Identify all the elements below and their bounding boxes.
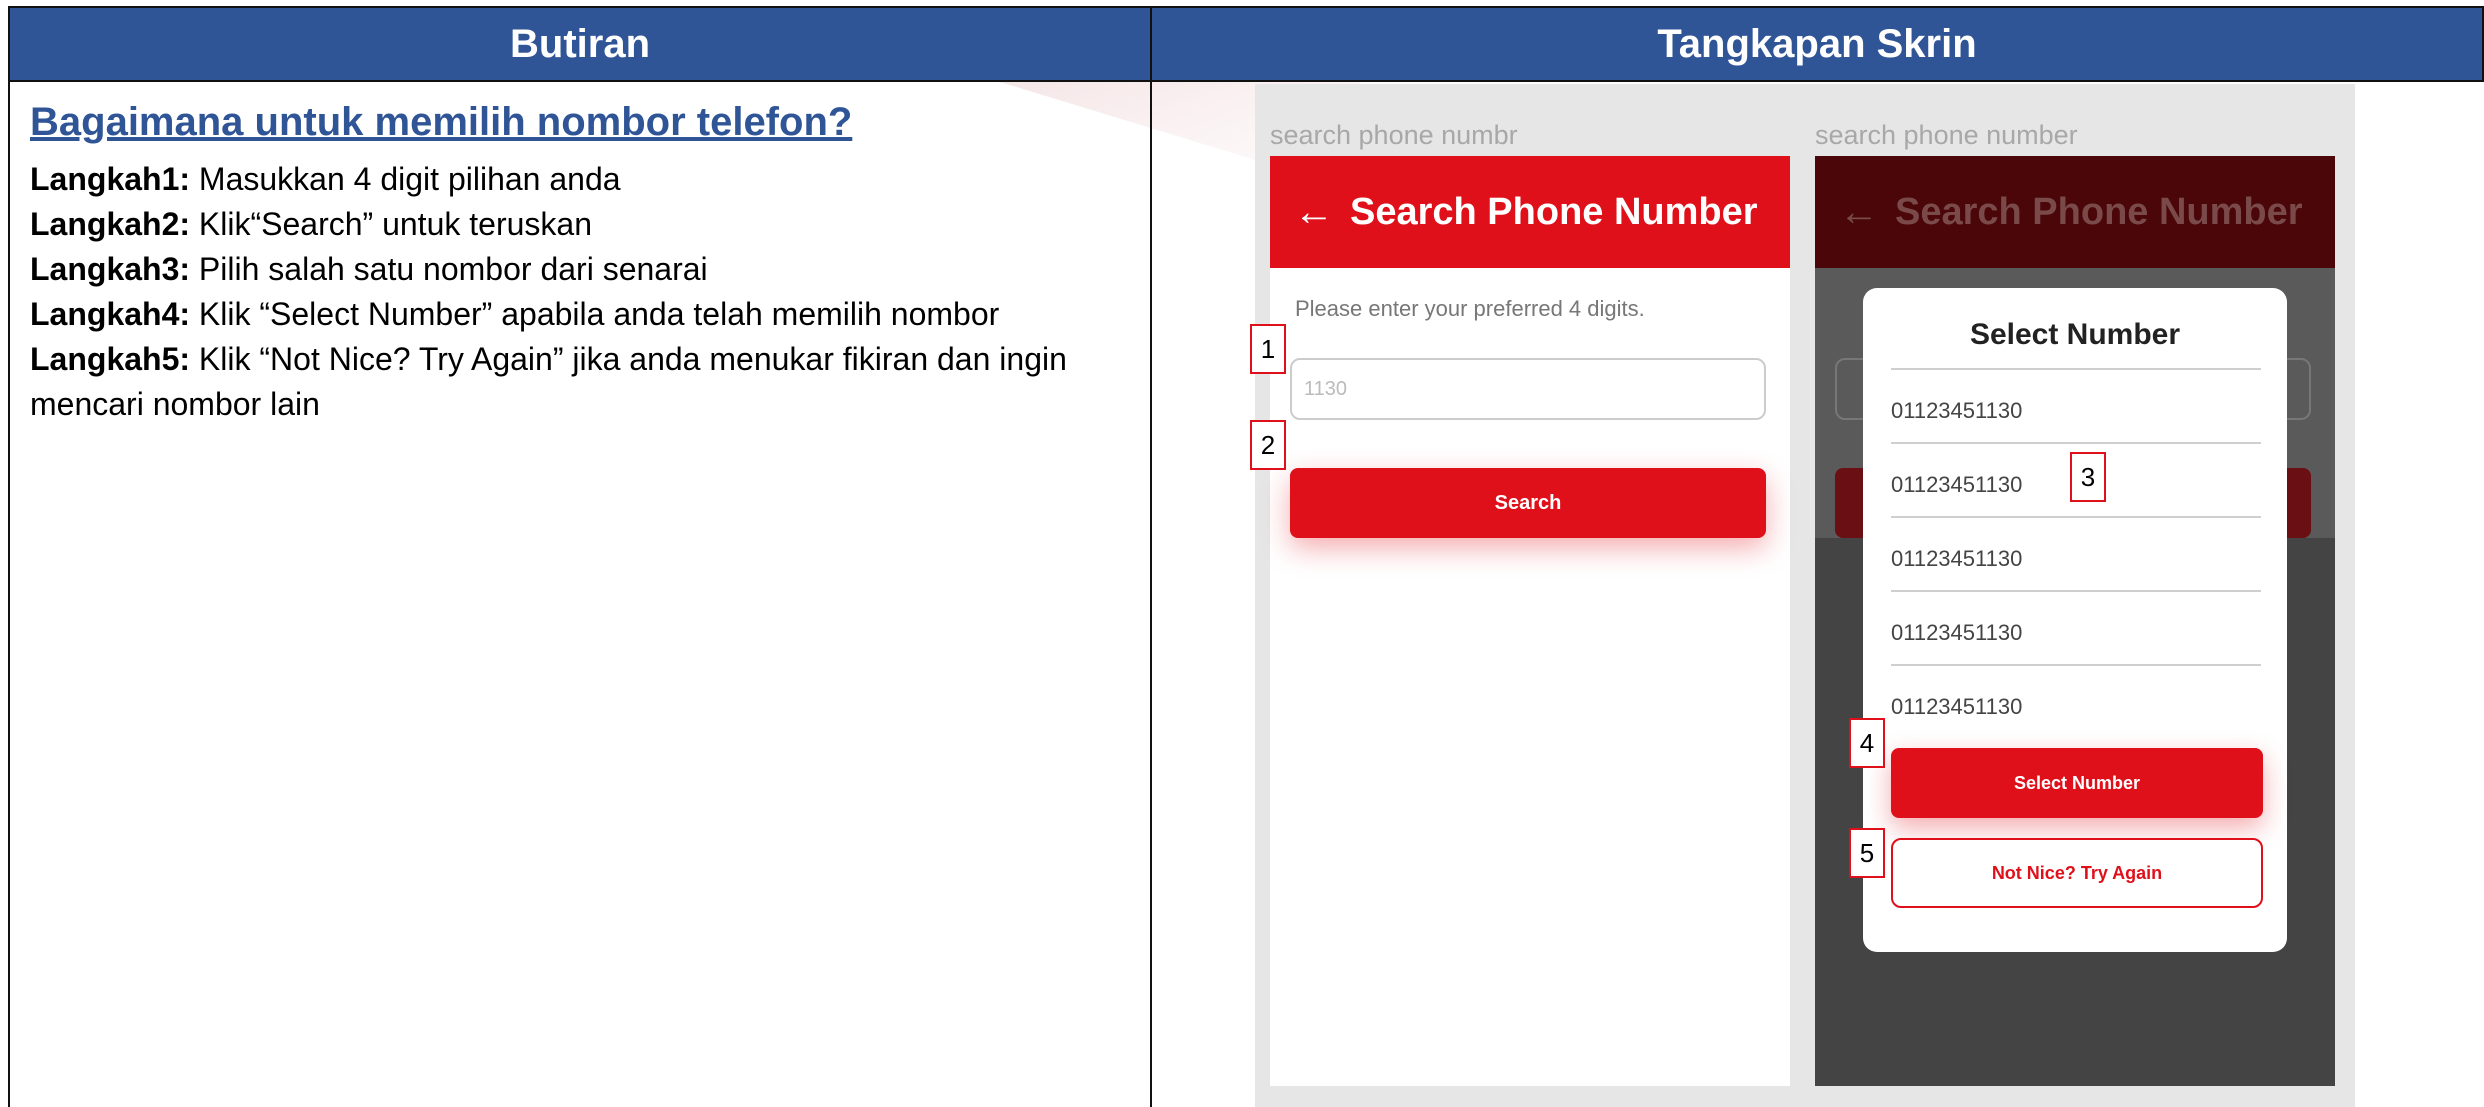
app-bar-title: Search Phone Number (1350, 190, 1758, 233)
number-option[interactable]: 01123451130 (1891, 590, 2261, 664)
app-bar-title-dimmed: Search Phone Number (1895, 190, 2303, 233)
try-again-button[interactable]: Not Nice? Try Again (1891, 838, 2263, 908)
arrow-left-icon: ← (1839, 189, 1879, 234)
header-screenshot: Tangkapan Skrin (1150, 6, 2484, 82)
select-number-modal: Select Number 01123451130 01123451130 01… (1863, 288, 2287, 952)
table-divider (1150, 82, 1152, 1107)
number-value: 01123451130 (1891, 620, 2023, 645)
steps-list: Langkah1: Masukkan 4 digit pilihan anda … (30, 157, 1140, 427)
number-value: 01123451130 (1891, 398, 2023, 423)
number-value: 01123451130 (1891, 472, 2023, 497)
number-option[interactable]: 01123451130 (1891, 516, 2261, 590)
phone-screen-search: ← Search Phone Number Please enter your … (1270, 156, 1790, 1086)
phone-screen-select: ← Search Phone Number Select Number 0112… (1815, 156, 2335, 1086)
instruction-table: Butiran Tangkapan Skrin Bagaimana untuk … (0, 0, 2484, 1107)
step-marker-2: 2 (1250, 420, 1286, 470)
screen1-caption: search phone numbr (1270, 120, 1518, 150)
number-value: 01123451130 (1891, 546, 2023, 571)
screen2-caption: search phone number (1815, 120, 2078, 150)
number-option[interactable]: 01123451130 (1891, 368, 2261, 442)
step-marker-3: 3 (2070, 452, 2106, 502)
step-5: Langkah5: Klik “Not Nice? Try Again” jik… (30, 341, 1067, 422)
step-marker-5: 5 (1849, 828, 1885, 878)
digits-hint: Please enter your preferred 4 digits. (1295, 296, 1645, 321)
step-1: Langkah1: Masukkan 4 digit pilihan anda (30, 161, 621, 197)
search-button[interactable]: Search (1290, 468, 1766, 538)
modal-title: Select Number (1969, 318, 2181, 351)
digits-input[interactable] (1290, 358, 1766, 420)
step-4: Langkah4: Klik “Select Number” apabila a… (30, 296, 1000, 332)
table-border-left (8, 82, 10, 1107)
app-bar: ← Search Phone Number (1270, 156, 1790, 268)
number-value: 01123451130 (1891, 694, 2023, 719)
digits-input-field[interactable] (1292, 360, 1764, 418)
step-marker-1: 1 (1250, 324, 1286, 374)
step-marker-4: 4 (1849, 718, 1885, 768)
screenshot-panel: search phone numbr search phone number ←… (1250, 84, 2355, 1107)
arrow-left-icon[interactable]: ← (1294, 190, 1334, 235)
select-number-button[interactable]: Select Number (1891, 748, 2263, 818)
app-bar-dimmed: ← Search Phone Number (1815, 156, 2335, 268)
number-option[interactable]: 01123451130 (1891, 664, 2261, 738)
guide-title: Bagaimana untuk memilih nombor telefon? (30, 100, 853, 144)
header-details: Butiran (8, 6, 1152, 82)
step-2: Langkah2: Klik“Search” untuk teruskan (30, 206, 592, 242)
step-3: Langkah3: Pilih salah satu nombor dari s… (30, 251, 708, 287)
